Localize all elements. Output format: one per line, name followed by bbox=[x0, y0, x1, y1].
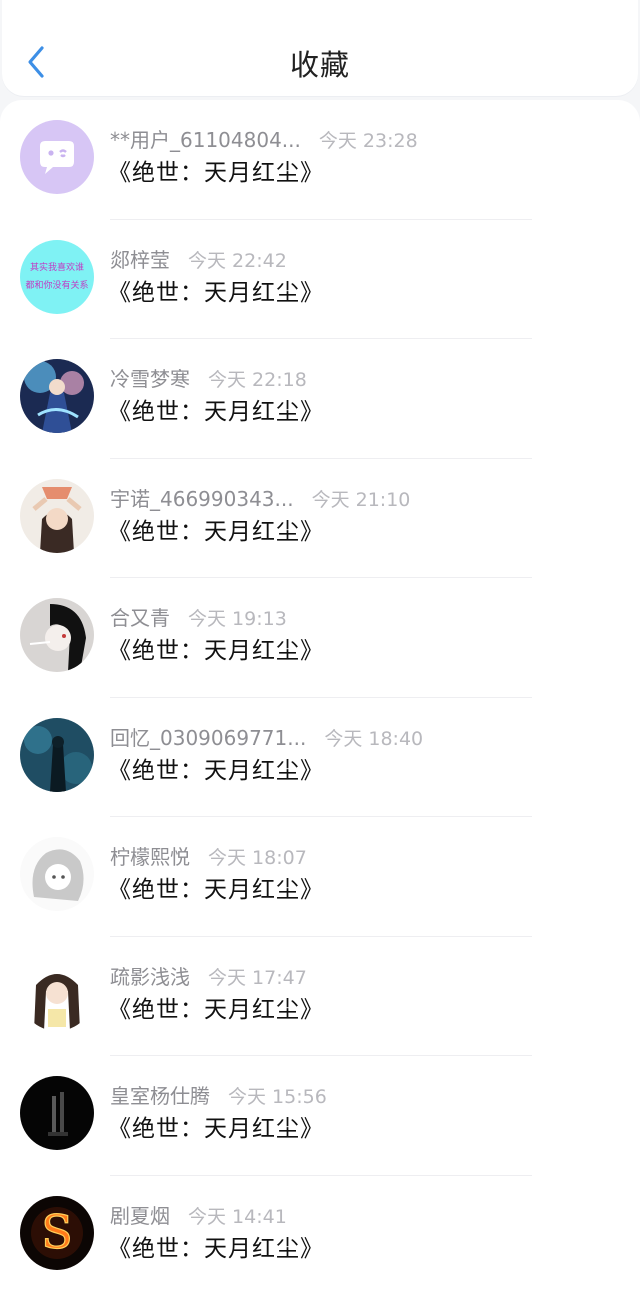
item-meta: **用户_61104804... 今天 23:28 bbox=[110, 128, 418, 153]
timestamp: 今天 15:56 bbox=[228, 1086, 327, 1108]
avatar[interactable] bbox=[20, 359, 94, 433]
book-title: 《绝世：天月红尘》 bbox=[108, 877, 324, 903]
user-name: 回忆_0309069771... bbox=[110, 725, 307, 750]
page-title: 收藏 bbox=[289, 48, 350, 82]
avatar-text: 其实我喜欢谁 bbox=[30, 261, 84, 273]
list-item[interactable]: 其实我喜欢谁 都和你没有关系 郯梓莹 今天 22:42 《绝世：天月红尘》 bbox=[0, 220, 640, 339]
user-name: **用户_61104804... bbox=[110, 128, 301, 152]
user-name: 柠檬熙悦 bbox=[110, 845, 190, 869]
user-name: 冷雪梦寒 bbox=[110, 367, 190, 391]
avatar[interactable] bbox=[20, 956, 94, 1031]
avatar[interactable] bbox=[20, 717, 94, 792]
list-item[interactable]: 柠檬熙悦 今天 18:07 《绝世：天月红尘》 bbox=[0, 817, 640, 937]
item-meta: 疏影浅浅 今天 17:47 bbox=[110, 965, 307, 990]
item-meta: 合又青 今天 19:13 bbox=[110, 606, 287, 631]
timestamp: 今天 21:10 bbox=[311, 488, 411, 511]
list-item[interactable]: 宇诺_466990343... 今天 21:10 《绝世：天月红尘》 bbox=[0, 459, 640, 578]
timestamp: 今天 18:07 bbox=[208, 847, 307, 869]
list-item[interactable]: S 剧夏烟 今天 14:41 《绝世：天月红尘》 bbox=[0, 1176, 640, 1291]
avatar[interactable] bbox=[20, 837, 94, 911]
user-name: 合又青 bbox=[110, 606, 170, 630]
user-name: 疏影浅浅 bbox=[110, 964, 190, 989]
avatar-letter: S bbox=[41, 1205, 73, 1259]
list-item[interactable]: 回忆_0309069771... 今天 18:40 《绝世：天月红尘》 bbox=[0, 698, 640, 817]
avatar[interactable] bbox=[20, 120, 94, 194]
list-item[interactable]: 冷雪梦寒 今天 22:18 《绝世：天月红尘》 bbox=[0, 339, 640, 459]
timestamp: 今天 23:28 bbox=[318, 130, 418, 152]
avatar[interactable]: S bbox=[20, 1195, 94, 1270]
avatar[interactable] bbox=[20, 1076, 94, 1150]
timestamp: 今天 19:13 bbox=[188, 608, 287, 630]
list-item[interactable]: 皇室杨仕腾 今天 15:56 《绝世：天月红尘》 bbox=[0, 1056, 640, 1176]
user-name: 皇室杨仕腾 bbox=[110, 1084, 210, 1108]
timestamp: 今天 18:40 bbox=[324, 727, 424, 750]
avatar[interactable] bbox=[20, 478, 94, 553]
user-name: 宇诺_466990343... bbox=[110, 486, 294, 511]
item-meta: 回忆_0309069771... 今天 18:40 bbox=[110, 726, 423, 751]
book-title: 《绝世：天月红尘》 bbox=[108, 160, 324, 186]
item-meta: 皇室杨仕腾 今天 15:56 bbox=[110, 1084, 327, 1109]
user-name: 剧夏烟 bbox=[110, 1203, 170, 1228]
list-item[interactable]: **用户_61104804... 今天 23:28 《绝世：天月红尘》 bbox=[0, 100, 640, 220]
item-meta: 柠檬熙悦 今天 18:07 bbox=[110, 845, 307, 870]
book-title: 《绝世：天月红尘》 bbox=[108, 638, 324, 664]
item-meta: 冷雪梦寒 今天 22:18 bbox=[110, 367, 307, 392]
avatar[interactable] bbox=[20, 598, 94, 672]
book-title: 《绝世：天月红尘》 bbox=[108, 518, 324, 545]
favorites-list: **用户_61104804... 今天 23:28 《绝世：天月红尘》 其实我喜欢… bbox=[0, 100, 640, 1291]
user-name: 郯梓莹 bbox=[110, 247, 170, 272]
avatar-text: 都和你没有关系 bbox=[25, 279, 88, 291]
book-title: 《绝世：天月红尘》 bbox=[108, 1116, 324, 1142]
book-title: 《绝世：天月红尘》 bbox=[108, 996, 324, 1023]
list-item[interactable]: 合又青 今天 19:13 《绝世：天月红尘》 bbox=[0, 578, 640, 698]
timestamp: 今天 14:41 bbox=[188, 1205, 287, 1228]
item-meta: 郯梓莹 今天 22:42 bbox=[110, 248, 287, 273]
avatar[interactable]: 其实我喜欢谁 都和你没有关系 bbox=[20, 239, 94, 314]
timestamp: 今天 22:18 bbox=[208, 369, 307, 391]
item-meta: 剧夏烟 今天 14:41 bbox=[110, 1204, 287, 1229]
book-title: 《绝世：天月红尘》 bbox=[108, 399, 324, 425]
timestamp: 今天 17:47 bbox=[208, 966, 307, 989]
book-title: 《绝世：天月红尘》 bbox=[108, 757, 324, 784]
book-title: 《绝世：天月红尘》 bbox=[108, 279, 324, 306]
timestamp: 今天 22:42 bbox=[188, 249, 287, 272]
list-item[interactable]: 疏影浅浅 今天 17:47 《绝世：天月红尘》 bbox=[0, 937, 640, 1056]
top-bar: 收藏 bbox=[2, 0, 638, 96]
item-meta: 宇诺_466990343... 今天 21:10 bbox=[110, 487, 410, 512]
book-title: 《绝世：天月红尘》 bbox=[108, 1235, 324, 1262]
